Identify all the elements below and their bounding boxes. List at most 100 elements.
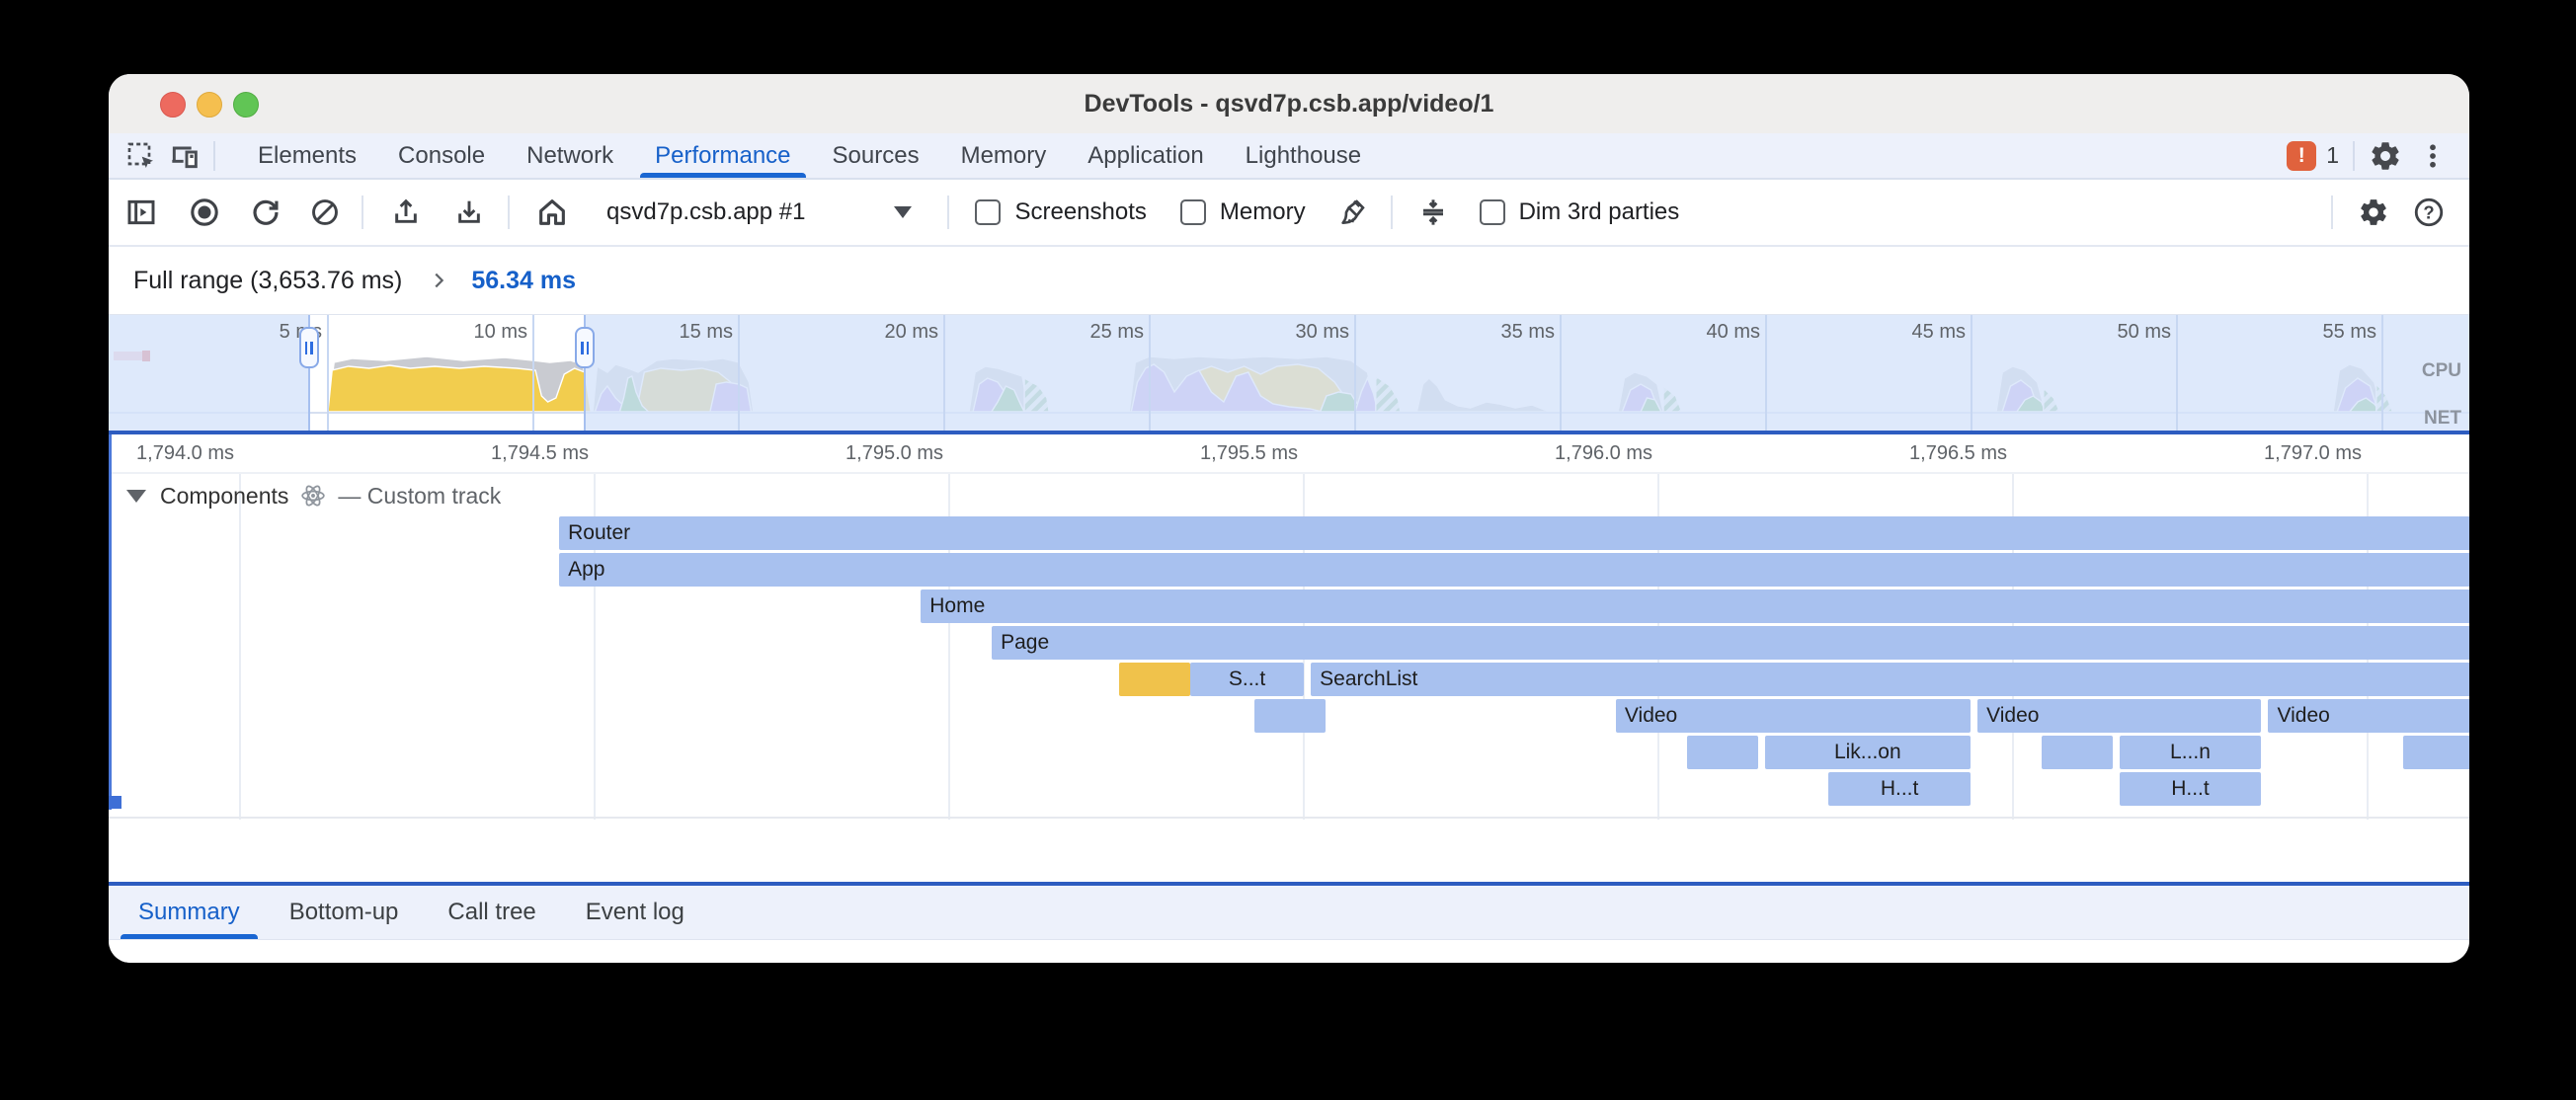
minimap-gridline <box>738 315 740 432</box>
minimap-tick-label: 30 ms <box>1231 321 1349 344</box>
flame-bar-video[interactable]: Video <box>1977 699 2261 733</box>
ruler-tick-label: 1,794.0 ms <box>109 434 234 472</box>
svg-text:?: ? <box>2423 201 2434 222</box>
flame-bar[interactable] <box>1687 736 1758 769</box>
details-pane <box>109 940 2469 963</box>
screenshots-checkbox[interactable] <box>975 199 1001 225</box>
panel-settings-gear-icon[interactable] <box>2357 196 2390 229</box>
details-tab-summary[interactable]: Summary <box>136 886 242 939</box>
reload-record-icon[interactable] <box>249 196 282 229</box>
tab-lighthouse[interactable]: Lighthouse <box>1225 133 1382 178</box>
range-breadcrumb: Full range (3,653.76 ms) 56.34 ms <box>109 247 2469 314</box>
screenshots-label: Screenshots <box>1014 198 1146 226</box>
device-toolbar-icon[interactable] <box>168 139 201 173</box>
record-icon[interactable] <box>188 196 221 229</box>
selection-handle-left[interactable] <box>299 327 319 368</box>
minimap-tick-label: 45 ms <box>1847 321 1966 344</box>
collapse-track-icon[interactable] <box>126 490 146 503</box>
flame-bottom-gridline <box>109 817 2469 819</box>
ruler-tick-label: 1,796.0 ms <box>1504 434 1652 472</box>
flame-left-scroll-indicator[interactable] <box>109 434 112 810</box>
target-select-value: qsvd7p.csb.app #1 <box>606 198 805 226</box>
flame-bar-l-n[interactable]: L...n <box>2120 736 2262 769</box>
flame-bar-searchlist[interactable]: SearchList <box>1311 663 2469 696</box>
toggle-sidebar-icon[interactable] <box>124 196 158 229</box>
minimap-tick-label: 40 ms <box>1642 321 1760 344</box>
tabbar-separator <box>213 141 215 171</box>
tab-console[interactable]: Console <box>377 133 506 178</box>
tab-network[interactable]: Network <box>506 133 634 178</box>
minimap-tick-label: 20 ms <box>820 321 938 344</box>
download-profile-icon[interactable] <box>452 196 486 229</box>
track-subtitle: — Custom track <box>338 483 501 510</box>
tab-elements[interactable]: Elements <box>237 133 377 178</box>
flame-bar-home[interactable]: Home <box>921 589 2469 623</box>
components-flame-chart[interactable]: Components — Custom track RouterAppHomeP… <box>109 474 2469 820</box>
devtools-tabbar: ElementsConsoleNetworkPerformanceSources… <box>109 133 2469 180</box>
tab-performance[interactable]: Performance <box>634 133 811 178</box>
react-atom-icon <box>300 483 326 509</box>
minimap-gridline <box>327 315 329 432</box>
flame-bar-lik-on[interactable]: Lik...on <box>1765 736 1971 769</box>
details-tabbar: Summary Bottom-up Call tree Event log <box>109 886 2469 940</box>
timeline-minimap[interactable]: 5 ms10 ms15 ms20 ms25 ms30 ms35 ms40 ms4… <box>109 314 2469 432</box>
target-select[interactable]: qsvd7p.csb.app #1 <box>606 198 912 226</box>
minimap-gridline <box>943 315 945 432</box>
selected-range-crumb[interactable]: 56.34 ms <box>471 267 576 295</box>
minimap-gridline <box>532 315 534 432</box>
flame-bar[interactable] <box>2042 736 2113 769</box>
dim-3rd-parties-checkbox[interactable] <box>1480 199 1505 225</box>
home-icon[interactable] <box>535 196 569 229</box>
kebab-menu-icon[interactable] <box>2416 139 2450 173</box>
tabbar-separator <box>2353 141 2355 171</box>
minimap-tick-label: 15 ms <box>614 321 733 344</box>
flame-bar[interactable] <box>2403 736 2469 769</box>
flame-bar-page[interactable]: Page <box>992 626 2469 660</box>
flame-bar-video[interactable]: Video <box>1616 699 1971 733</box>
collapse-flame-icon[interactable] <box>1416 196 1450 229</box>
details-tab-event-log[interactable]: Event log <box>584 886 686 939</box>
detail-time-ruler: 1,794.0 ms1,794.5 ms1,795.0 ms1,795.5 ms… <box>109 434 2469 474</box>
flame-scroll-thumb[interactable] <box>109 796 121 809</box>
flame-bar-app[interactable]: App <box>559 553 2469 587</box>
ruler-tick-label: 1,797.0 ms <box>2214 434 2362 472</box>
ruler-tick-label: 1,795.5 ms <box>1150 434 1298 472</box>
flame-bar-h-t[interactable]: H...t <box>2120 772 2262 806</box>
tab-application[interactable]: Application <box>1067 133 1224 178</box>
tab-memory[interactable]: Memory <box>940 133 1068 178</box>
minimap-gridline <box>2381 315 2383 432</box>
minimap-gridline <box>1560 315 1562 432</box>
screen-background: DevTools - qsvd7p.csb.app/video/1 <box>0 0 2576 1100</box>
help-icon[interactable]: ? <box>2412 196 2446 229</box>
minimap-tick-label: 10 ms <box>409 321 527 344</box>
memory-checkbox[interactable] <box>1180 199 1206 225</box>
flame-bar[interactable] <box>1254 699 1326 733</box>
flame-bar-h-t[interactable]: H...t <box>1828 772 1971 806</box>
clear-icon[interactable] <box>308 196 342 229</box>
flame-bar[interactable] <box>1119 663 1190 696</box>
minimap-tick-label: 55 ms <box>2258 321 2376 344</box>
settings-gear-icon[interactable] <box>2369 139 2402 173</box>
cpu-lane-label: CPU <box>2422 360 2461 382</box>
selection-handle-right[interactable] <box>575 327 595 368</box>
memory-label: Memory <box>1220 198 1306 226</box>
minimap-gridline <box>1765 315 1767 432</box>
tabbar-right-controls: ! 1 <box>2287 138 2469 173</box>
flame-bar-s-t[interactable]: S...t <box>1190 663 1304 696</box>
details-tab-bottom-up[interactable]: Bottom-up <box>287 886 401 939</box>
dim-3rd-parties-label: Dim 3rd parties <box>1519 198 1680 226</box>
minimap-gridline <box>1149 315 1151 432</box>
upload-profile-icon[interactable] <box>389 196 423 229</box>
flame-gridline <box>239 474 241 820</box>
error-badge-icon[interactable]: ! <box>2287 141 2316 171</box>
tab-sources[interactable]: Sources <box>812 133 940 178</box>
inspect-element-icon[interactable] <box>124 139 158 173</box>
track-header[interactable]: Components — Custom track <box>126 480 501 511</box>
gc-brush-icon[interactable] <box>1335 196 1369 229</box>
full-range-crumb[interactable]: Full range (3,653.76 ms) <box>133 267 402 295</box>
panel-tabs: ElementsConsoleNetworkPerformanceSources… <box>237 133 1382 178</box>
minimap-gridline <box>1971 315 1972 432</box>
flame-bar-router[interactable]: Router <box>559 516 2469 550</box>
details-tab-call-tree[interactable]: Call tree <box>445 886 537 939</box>
flame-bar-video[interactable]: Video <box>2268 699 2469 733</box>
